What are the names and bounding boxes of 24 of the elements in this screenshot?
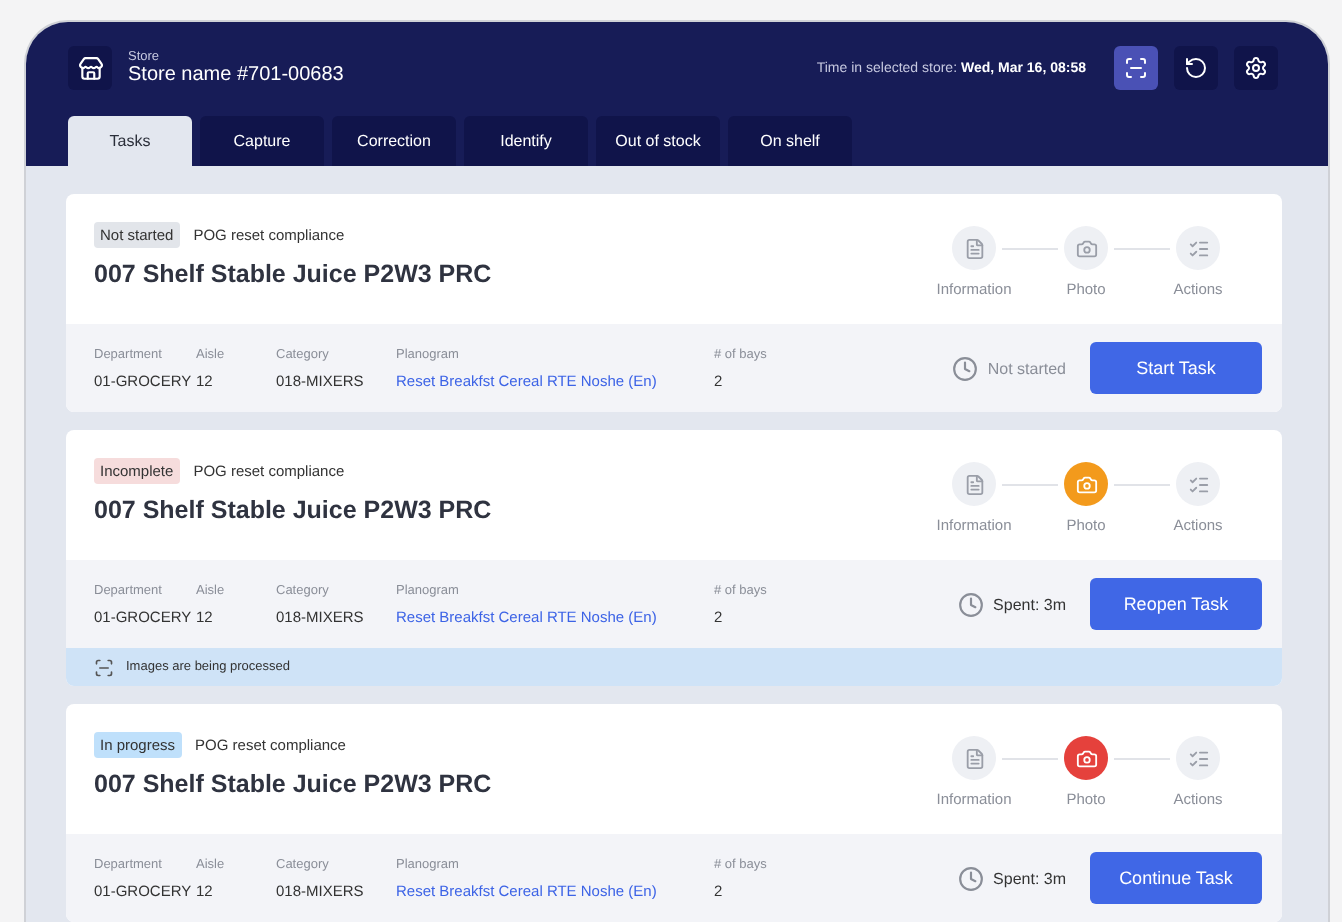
tab[interactable]: Correction xyxy=(332,116,456,166)
clock-icon xyxy=(951,355,978,381)
task-title: 007 Shelf Stable Juice P2W3 PRC xyxy=(94,260,494,288)
task-button[interactable]: Start Task xyxy=(1090,342,1262,394)
task-button[interactable]: Continue Task xyxy=(1090,852,1262,904)
tab[interactable]: Capture xyxy=(200,116,324,166)
scan-icon[interactable] xyxy=(1114,46,1158,90)
settings-icon[interactable] xyxy=(1234,46,1278,90)
store-icon xyxy=(68,46,112,90)
task-button[interactable]: Reopen Task xyxy=(1090,578,1262,630)
time-status: Not started xyxy=(987,359,1066,377)
tab[interactable]: Out of stock xyxy=(596,116,720,166)
task-title: 007 Shelf Stable Juice P2W3 PRC xyxy=(94,496,494,524)
clock-icon xyxy=(957,591,984,617)
time-status: Spent: 3m xyxy=(993,869,1066,887)
time-status: Spent: 3m xyxy=(993,595,1066,613)
task-title: 007 Shelf Stable Juice P2W3 PRC xyxy=(94,770,494,798)
refresh-icon[interactable] xyxy=(1174,46,1218,90)
store-name: Store name #701-00683 xyxy=(128,64,344,86)
clock-icon xyxy=(957,865,984,891)
tab[interactable]: On shelf xyxy=(728,116,852,166)
tab[interactable]: Tasks xyxy=(68,116,192,166)
tab[interactable]: Identify xyxy=(464,116,588,166)
scan-icon xyxy=(94,657,114,677)
